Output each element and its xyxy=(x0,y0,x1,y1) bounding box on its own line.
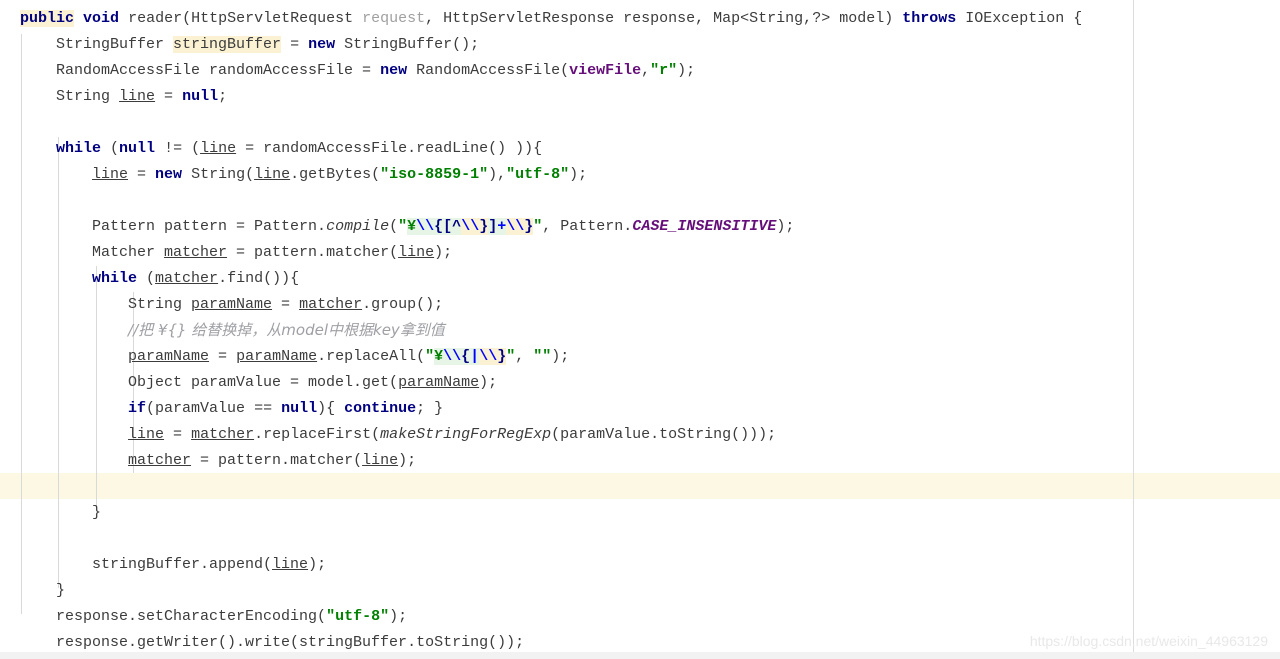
inline-comment: //把 ¥{} 给替换掉，从model中根据key拿到值 xyxy=(128,321,445,339)
code-line[interactable]: Object paramValue = model.get(paramName)… xyxy=(20,370,497,396)
code-line[interactable]: } xyxy=(20,578,65,604)
code-editor-view[interactable]: public void reader(HttpServletRequest re… xyxy=(0,0,1280,659)
code-line[interactable]: StringBuffer stringBuffer = new StringBu… xyxy=(20,32,479,58)
code-line[interactable]: while (matcher.find()){ xyxy=(20,266,299,292)
code-line[interactable]: stringBuffer.append(line); xyxy=(20,552,326,578)
code-line[interactable]: response.setCharacterEncoding("utf-8"); xyxy=(20,604,407,630)
code-line[interactable]: public void reader(HttpServletRequest re… xyxy=(20,6,1082,32)
code-line[interactable]: matcher = pattern.matcher(line); xyxy=(20,448,416,474)
code-lines-container[interactable]: public void reader(HttpServletRequest re… xyxy=(0,0,1280,659)
code-line[interactable]: String line = null; xyxy=(20,84,227,110)
code-line[interactable]: line = matcher.replaceFirst(makeStringFo… xyxy=(20,422,776,448)
code-line[interactable]: RandomAccessFile randomAccessFile = new … xyxy=(20,58,695,84)
code-line[interactable]: line = new String(line.getBytes("iso-885… xyxy=(20,162,587,188)
watermark-text: https://blog.csdn.net/weixin_44963129 xyxy=(1029,633,1268,649)
code-line[interactable]: Pattern pattern = Pattern.compile("¥\\{[… xyxy=(20,214,794,240)
code-line[interactable]: } xyxy=(20,500,101,526)
code-line-comment[interactable]: //把 ¥{} 给替换掉，从model中根据key拿到值 xyxy=(20,318,445,344)
code-line[interactable]: paramName = paramName.replaceAll("¥\\{|\… xyxy=(20,344,569,370)
code-line[interactable]: Matcher matcher = pattern.matcher(line); xyxy=(20,240,452,266)
code-line[interactable]: while (null != (line = randomAccessFile.… xyxy=(20,136,542,162)
code-line[interactable]: String paramName = matcher.group(); xyxy=(20,292,443,318)
code-line[interactable]: if(paramValue == null){ continue; } xyxy=(20,396,443,422)
bottom-edge-strip xyxy=(0,652,1280,659)
